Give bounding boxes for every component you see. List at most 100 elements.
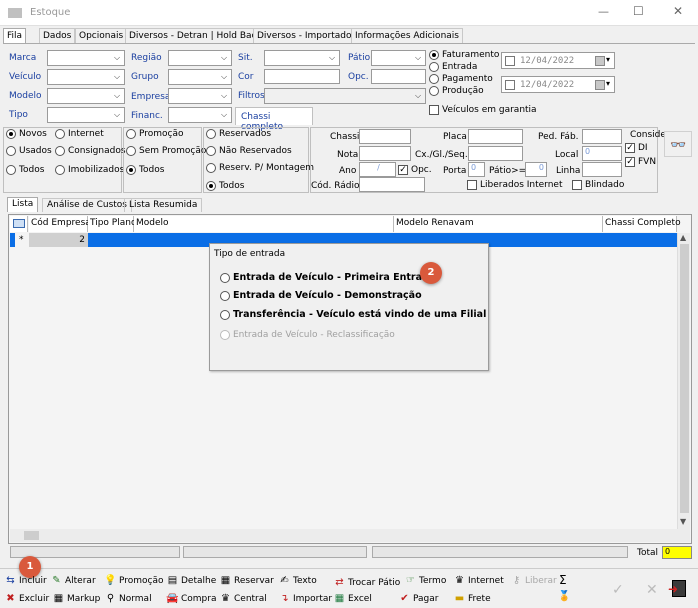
tab-diversos-importados[interactable]: Diversos - Importados: [253, 28, 361, 43]
tab-diversos-detran[interactable]: Diversos - Detran | Hold Back: [125, 28, 266, 43]
radio-todos[interactable]: Todos: [6, 165, 44, 175]
scroll-thumb[interactable]: [680, 244, 689, 513]
trocar-patio-button[interactable]: ⇄ Trocar Pátio: [333, 577, 400, 589]
minimize-button[interactable]: —: [598, 5, 609, 18]
chevron-down-icon[interactable]: ▾: [606, 55, 610, 64]
sum-button[interactable]: Σ: [559, 573, 567, 587]
checkbox-di[interactable]: ✓ DI: [625, 143, 648, 153]
radio-internet[interactable]: Internet: [55, 129, 104, 139]
radio-pagamento[interactable]: Pagamento: [429, 74, 493, 84]
internet-button[interactable]: ♛ Internet: [453, 575, 504, 587]
calendar-icon[interactable]: [595, 80, 605, 90]
excel-button[interactable]: ▦ Excel: [333, 593, 372, 605]
radio-reservados[interactable]: Reservados: [206, 129, 271, 139]
radio-nao-reservados[interactable]: Não Reservados: [206, 146, 292, 156]
col-chassi-completo[interactable]: Chassi Completo: [603, 216, 681, 232]
radio-faturamento[interactable]: Faturamento: [429, 50, 499, 60]
radio-usados[interactable]: Usados: [6, 146, 52, 156]
regiao-select[interactable]: ⌵: [168, 50, 232, 66]
financ-select[interactable]: ⌵: [168, 107, 232, 123]
sit-select[interactable]: ⌵: [264, 50, 340, 66]
checkbox-veiculos-garantia[interactable]: Veículos em garantia: [429, 105, 537, 115]
checkbox-opc[interactable]: ✓ Opc.: [398, 165, 432, 175]
tab-fila[interactable]: Fila: [3, 28, 27, 44]
incluir-button[interactable]: ⇆ Incluir: [4, 575, 46, 587]
subtab-analise-custos[interactable]: Análise de Custos: [42, 198, 132, 212]
local-input[interactable]: 0: [582, 146, 622, 161]
option-transferencia[interactable]: Transferência - Veículo está vindo de um…: [220, 309, 486, 320]
patio-ge-input[interactable]: 0: [525, 162, 547, 177]
compra-button[interactable]: 🚘 Compra: [166, 593, 216, 605]
calendar-icon[interactable]: [595, 56, 605, 66]
radio-reserv-montagem[interactable]: Reserv. P/ Montagem: [206, 163, 314, 173]
date-checkbox[interactable]: [505, 80, 515, 90]
tab-dados[interactable]: Dados: [39, 28, 76, 43]
radio-sem-promocao[interactable]: Sem Promoção: [126, 146, 206, 156]
col-tipo-plano[interactable]: Tipo Plano: [88, 216, 136, 232]
chassi-completo-tab[interactable]: Chassi completo: [235, 107, 313, 132]
cx-gl-seq-input[interactable]: [468, 146, 523, 161]
col-modelo[interactable]: Modelo: [134, 216, 394, 232]
radio-imobilizados[interactable]: Imobilizados: [55, 165, 124, 175]
radio-todos-reserva[interactable]: Todos: [206, 181, 244, 191]
scroll-thumb[interactable]: [24, 531, 39, 540]
subtab-lista[interactable]: Lista: [7, 197, 39, 212]
tipo-select[interactable]: ⌵: [47, 107, 125, 123]
col-cod-empresa[interactable]: Cód Empresa: [29, 216, 91, 232]
option-primeira-entrada[interactable]: Entrada de Veículo - Primeira Entrada: [220, 272, 435, 283]
nota-input[interactable]: [359, 146, 411, 161]
cor-input[interactable]: [264, 69, 340, 84]
alterar-button[interactable]: ✎ Alterar: [50, 575, 95, 587]
subtab-lista-resumida[interactable]: Lista Resumida: [124, 198, 203, 212]
option-demonstracao[interactable]: Entrada de Veículo - Demonstração: [220, 290, 422, 301]
porta-input[interactable]: 0: [468, 162, 485, 177]
chevron-down-icon[interactable]: ▾: [606, 79, 610, 88]
radio-entrada[interactable]: Entrada: [429, 62, 477, 72]
radio-consignados[interactable]: Consignados: [55, 146, 126, 156]
checkbox-fvn[interactable]: ✓ FVN: [625, 157, 656, 167]
search-binoculars-button[interactable]: 👓: [664, 131, 692, 157]
grupo-select[interactable]: ⌵: [168, 69, 232, 85]
radio-novos[interactable]: Novos: [6, 129, 47, 139]
filtros-select[interactable]: ⌵: [264, 88, 426, 104]
placa-input[interactable]: [468, 129, 523, 144]
tab-opcionais[interactable]: Opcionais: [75, 28, 128, 43]
central-button[interactable]: ♛ Central: [219, 593, 267, 605]
exit-button[interactable]: ➜: [668, 580, 688, 597]
date-checkbox[interactable]: [505, 56, 515, 66]
pagar-button[interactable]: ✔ Pagar: [398, 593, 438, 605]
date-to-picker[interactable]: 12/04/2022 ▾: [501, 76, 615, 93]
maximize-button[interactable]: ☐: [633, 4, 644, 18]
texto-button[interactable]: ✍ Texto: [278, 575, 316, 587]
grid-corner-icon[interactable]: [10, 216, 28, 232]
vertical-scrollbar[interactable]: ▲ ▼: [677, 233, 690, 529]
scroll-up-arrow[interactable]: ▲: [680, 233, 686, 242]
opc-input[interactable]: [371, 69, 426, 84]
date-from-picker[interactable]: 12/04/2022 ▾: [501, 52, 615, 69]
ped-fab-input[interactable]: [582, 129, 622, 144]
markup-button[interactable]: ▦ Markup: [52, 593, 101, 605]
horizontal-scrollbar[interactable]: [10, 529, 690, 542]
patio-select[interactable]: ⌵: [371, 50, 426, 66]
checkbox-liberados-internet[interactable]: Liberados Internet: [467, 180, 563, 190]
col-modelo-renavam[interactable]: Modelo Renavam: [394, 216, 603, 232]
cod-radio-input[interactable]: [359, 177, 425, 192]
importar-button[interactable]: ↴ Importar: [278, 593, 332, 605]
close-button[interactable]: ✕: [673, 4, 683, 18]
scroll-down-arrow[interactable]: ▼: [680, 517, 686, 526]
marca-select[interactable]: ⌵: [47, 50, 125, 66]
radio-promocao[interactable]: Promoção: [126, 129, 184, 139]
veiculo-select[interactable]: ⌵: [47, 69, 125, 85]
normal-button[interactable]: ⚲ Normal: [104, 593, 152, 605]
empresa-select[interactable]: ⌵: [168, 88, 232, 104]
ano-input[interactable]: /: [359, 162, 396, 177]
frete-button[interactable]: ▬ Frete: [453, 593, 491, 605]
radio-todos-promocao[interactable]: Todos: [126, 165, 164, 175]
chassi-input[interactable]: [359, 129, 411, 144]
termo-button[interactable]: ☞ Termo: [404, 575, 446, 587]
excluir-button[interactable]: ✖ Excluir: [4, 593, 49, 605]
detalhe-button[interactable]: ▤ Detalhe: [166, 575, 217, 587]
modelo-select[interactable]: ⌵: [47, 88, 125, 104]
tab-informacoes-adicionais[interactable]: Informações Adicionais: [351, 28, 463, 43]
award-button[interactable]: 🏅: [558, 591, 573, 603]
